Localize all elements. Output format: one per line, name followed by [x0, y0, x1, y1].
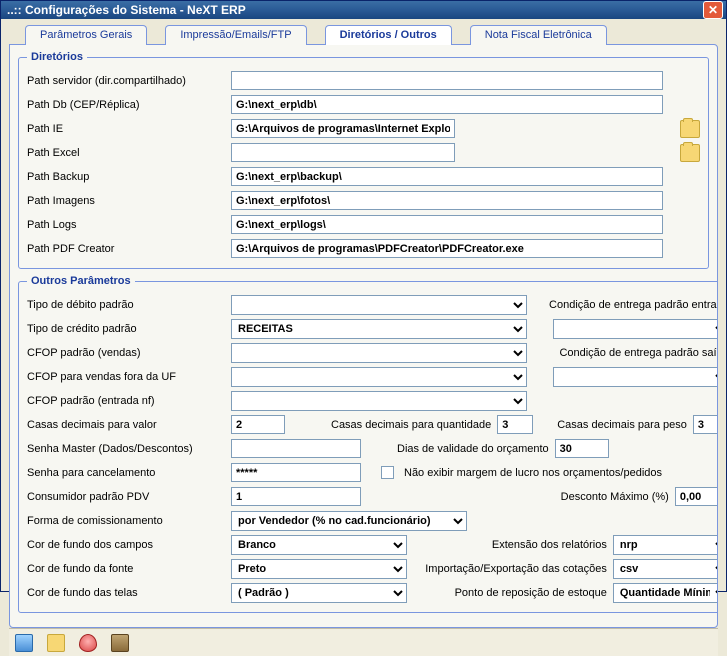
path-img-input[interactable] [231, 191, 663, 210]
tipo-credito-label: Tipo de crédito padrão [27, 323, 225, 335]
tipo-credito-select[interactable]: RECEITAS [231, 319, 527, 339]
window-title: ..:: Configurações do Sistema - NeXT ERP [7, 3, 246, 17]
dec-qtd-input[interactable] [497, 415, 533, 434]
group-outros: Outros Parâmetros Tipo de débito padrão … [18, 275, 718, 613]
cond-entrega-entrada-select[interactable] [553, 319, 718, 339]
browse-ie-icon[interactable] [680, 120, 700, 138]
titlebar: ..:: Configurações do Sistema - NeXT ERP… [1, 1, 726, 19]
path-server-input[interactable] [231, 71, 663, 90]
dec-val-input[interactable] [231, 415, 285, 434]
senha-master-label: Senha Master (Dados/Descontos) [27, 443, 225, 455]
dec-qtd-label: Casas decimais para quantidade [331, 419, 491, 431]
open-icon[interactable] [47, 634, 65, 652]
desc-max-label: Desconto Máximo (%) [561, 491, 669, 503]
cond-entrega-saida-select[interactable] [553, 367, 718, 387]
cond-entrega-saida-label: Condição de entrega padrão saída [533, 347, 718, 359]
desc-max-input[interactable] [675, 487, 718, 506]
path-backup-label: Path Backup [27, 171, 225, 183]
path-ie-input[interactable] [231, 119, 455, 138]
comiss-label: Forma de comissionamento [27, 515, 225, 527]
browse-excel-icon[interactable] [680, 144, 700, 162]
senha-master-input[interactable] [231, 439, 361, 458]
comiss-select[interactable]: por Vendedor (% no cad.funcionário) [231, 511, 467, 531]
path-backup-input[interactable] [231, 167, 663, 186]
exit-icon[interactable] [111, 634, 129, 652]
cor-fonte-label: Cor de fundo da fonte [27, 563, 225, 575]
cor-fonte-select[interactable]: Preto [231, 559, 407, 579]
dec-peso-input[interactable] [693, 415, 718, 434]
cor-campos-label: Cor de fundo dos campos [27, 539, 225, 551]
path-pdf-input[interactable] [231, 239, 663, 258]
tab-print[interactable]: Impressão/Emails/FTP [165, 25, 306, 45]
group-diretorios-legend: Diretórios [27, 51, 87, 63]
path-logs-input[interactable] [231, 215, 663, 234]
dec-peso-label: Casas decimais para peso [557, 419, 687, 431]
cor-campos-select[interactable]: Branco [231, 535, 407, 555]
ext-rel-label: Extensão dos relatórios [492, 539, 607, 551]
path-ie-label: Path IE [27, 123, 225, 135]
path-db-label: Path Db (CEP/Réplica) [27, 99, 225, 111]
nao-margem-label: Não exibir margem de lucro nos orçamento… [404, 467, 662, 479]
path-server-label: Path servidor (dir.compartilhado) [27, 75, 225, 87]
path-pdf-label: Path PDF Creator [27, 243, 225, 255]
tab-general[interactable]: Parâmetros Gerais [25, 25, 147, 45]
path-excel-label: Path Excel [27, 147, 225, 159]
imp-cot-select[interactable]: csv [613, 559, 718, 579]
imp-cot-label: Importação/Exportação das cotações [425, 563, 607, 575]
path-excel-input[interactable] [231, 143, 455, 162]
save-icon[interactable] [15, 634, 33, 652]
path-logs-label: Path Logs [27, 219, 225, 231]
tipo-debito-label: Tipo de débito padrão [27, 299, 225, 311]
path-img-label: Path Imagens [27, 195, 225, 207]
tab-nfe[interactable]: Nota Fiscal Eletrônica [470, 25, 607, 45]
senha-canc-input[interactable] [231, 463, 361, 482]
group-diretorios: Diretórios Path servidor (dir.compartilh… [18, 51, 709, 269]
tab-dirs[interactable]: Diretórios / Outros [325, 25, 452, 45]
dias-orc-input[interactable] [555, 439, 609, 458]
repos-select[interactable]: Quantidade Mínima [613, 583, 718, 603]
cfop-vendas-label: CFOP padrão (vendas) [27, 347, 225, 359]
ext-rel-select[interactable]: nrp [613, 535, 718, 555]
tab-body: Diretórios Path servidor (dir.compartilh… [9, 44, 718, 628]
group-outros-legend: Outros Parâmetros [27, 275, 135, 287]
nao-margem-checkbox[interactable] [381, 466, 394, 479]
dias-orc-label: Dias de validade do orçamento [397, 443, 549, 455]
toolbar [9, 628, 718, 656]
close-button[interactable]: ✕ [703, 1, 723, 19]
cfop-entrada-label: CFOP padrão (entrada nf) [27, 395, 225, 407]
window: ..:: Configurações do Sistema - NeXT ERP… [0, 0, 727, 592]
dec-val-label: Casas decimais para valor [27, 419, 225, 431]
shield-icon[interactable] [79, 634, 97, 652]
consumidor-input[interactable] [231, 487, 361, 506]
tipo-debito-select[interactable] [231, 295, 527, 315]
cor-telas-label: Cor de fundo das telas [27, 587, 225, 599]
cfop-fora-label: CFOP para vendas fora da UF [27, 371, 225, 383]
cfop-vendas-select[interactable] [231, 343, 527, 363]
path-db-input[interactable] [231, 95, 663, 114]
repos-label: Ponto de reposição de estoque [455, 587, 607, 599]
cfop-fora-select[interactable] [231, 367, 527, 387]
senha-canc-label: Senha para cancelamento [27, 467, 225, 479]
consumidor-label: Consumidor padrão PDV [27, 491, 225, 503]
cond-entrega-entrada-label: Condição de entrega padrão entrada [533, 299, 718, 311]
client-area: Parâmetros Gerais Impressão/Emails/FTP D… [1, 19, 726, 656]
cor-telas-select[interactable]: ( Padrão ) [231, 583, 407, 603]
cfop-entrada-select[interactable] [231, 391, 527, 411]
tabstrip: Parâmetros Gerais Impressão/Emails/FTP D… [9, 25, 718, 45]
